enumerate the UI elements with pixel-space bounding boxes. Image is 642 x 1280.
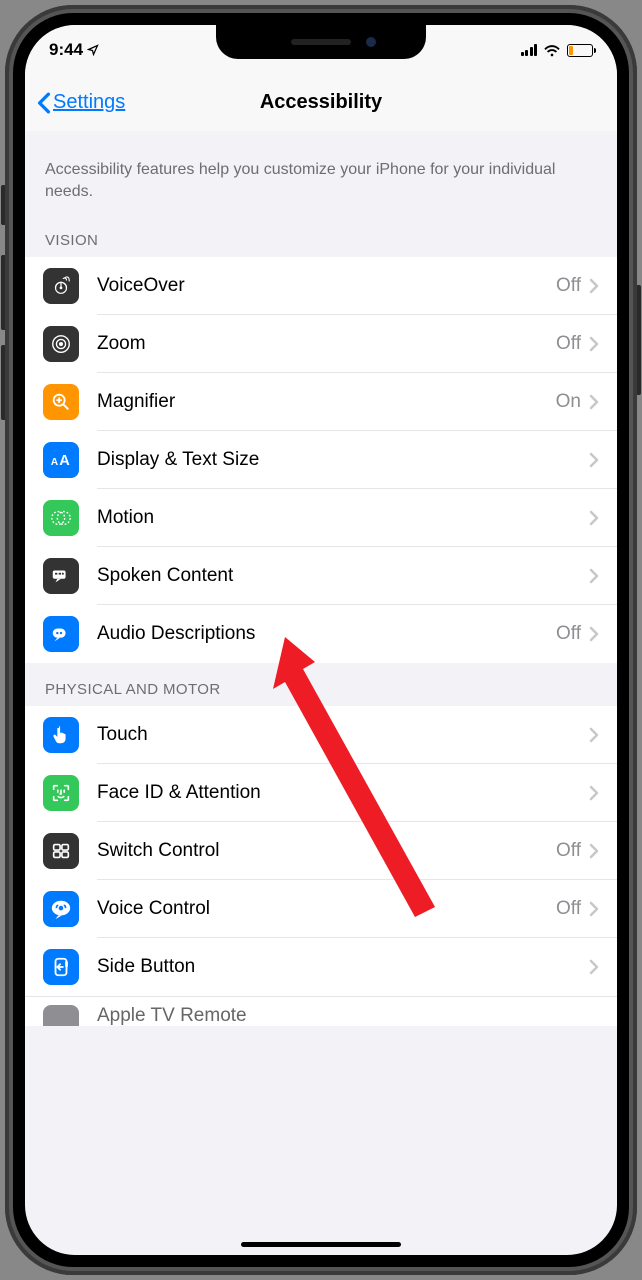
switch-control-icon bbox=[43, 833, 79, 869]
chevron-right-icon bbox=[589, 278, 599, 294]
page-title: Accessibility bbox=[260, 91, 382, 114]
row-side-button[interactable]: Side Button bbox=[25, 938, 617, 996]
row-label: Audio Descriptions bbox=[97, 623, 556, 645]
row-display-text-size[interactable]: AA Display & Text Size bbox=[25, 431, 617, 489]
row-value: Off bbox=[556, 333, 581, 355]
row-label: Face ID & Attention bbox=[97, 782, 581, 804]
row-label: Motion bbox=[97, 507, 581, 529]
front-camera bbox=[366, 37, 376, 47]
chevron-right-icon bbox=[589, 626, 599, 642]
row-label: Spoken Content bbox=[97, 565, 581, 587]
motion-icon bbox=[43, 500, 79, 536]
physical-list: Touch Face ID & Attention bbox=[25, 706, 617, 996]
row-motion[interactable]: Motion bbox=[25, 489, 617, 547]
chevron-right-icon bbox=[589, 727, 599, 743]
row-audio-descriptions[interactable]: Audio Descriptions Off bbox=[25, 605, 617, 663]
row-label: Voice Control bbox=[97, 898, 556, 920]
volume-up-button bbox=[1, 255, 5, 330]
row-voice-control[interactable]: Voice Control Off bbox=[25, 880, 617, 938]
row-spoken-content[interactable]: Spoken Content bbox=[25, 547, 617, 605]
touch-icon bbox=[43, 717, 79, 753]
row-label: Display & Text Size bbox=[97, 449, 581, 471]
volume-down-button bbox=[1, 345, 5, 420]
zoom-icon bbox=[43, 326, 79, 362]
chevron-right-icon bbox=[589, 843, 599, 859]
voice-control-icon bbox=[43, 891, 79, 927]
sidebutton-icon bbox=[43, 949, 79, 985]
chevron-right-icon bbox=[589, 452, 599, 468]
screen: 9:44 Settings Accessibility Accessibilit… bbox=[25, 25, 617, 1255]
row-touch[interactable]: Touch bbox=[25, 706, 617, 764]
textsize-icon: AA bbox=[43, 442, 79, 478]
row-label: Touch bbox=[97, 724, 581, 746]
home-indicator[interactable] bbox=[241, 1242, 401, 1247]
nav-bar: Settings Accessibility bbox=[25, 75, 617, 131]
row-value: Off bbox=[556, 623, 581, 645]
row-label: Zoom bbox=[97, 333, 556, 355]
svg-text:A: A bbox=[59, 453, 70, 469]
vision-list: VoiceOver Off Zoom Off bbox=[25, 257, 617, 663]
row-label: Apple TV Remote bbox=[97, 1005, 599, 1027]
row-label: Switch Control bbox=[97, 840, 556, 862]
content-scroll[interactable]: Accessibility features help you customiz… bbox=[25, 131, 617, 1255]
section-header-physical: PHYSICAL AND MOTOR bbox=[25, 663, 617, 706]
svg-text:A: A bbox=[51, 457, 59, 468]
phone-frame: 9:44 Settings Accessibility Accessibilit… bbox=[5, 5, 637, 1275]
status-time: 9:44 bbox=[49, 40, 83, 60]
row-value: Off bbox=[556, 898, 581, 920]
row-faceid-attention[interactable]: Face ID & Attention bbox=[25, 764, 617, 822]
chevron-right-icon bbox=[589, 568, 599, 584]
notch bbox=[216, 25, 426, 59]
speaker-grille bbox=[291, 39, 351, 45]
row-value: On bbox=[556, 391, 581, 413]
row-zoom[interactable]: Zoom Off bbox=[25, 315, 617, 373]
row-value: Off bbox=[556, 275, 581, 297]
apple-tv-remote-icon bbox=[43, 1005, 79, 1027]
row-switch-control[interactable]: Switch Control Off bbox=[25, 822, 617, 880]
wifi-icon bbox=[543, 44, 561, 57]
chevron-right-icon bbox=[589, 510, 599, 526]
row-magnifier[interactable]: Magnifier On bbox=[25, 373, 617, 431]
section-header-vision: VISION bbox=[25, 214, 617, 257]
chevron-right-icon bbox=[589, 959, 599, 975]
spoken-content-icon bbox=[43, 558, 79, 594]
location-icon bbox=[87, 44, 99, 56]
cellular-signal-icon bbox=[521, 44, 538, 56]
row-value: Off bbox=[556, 840, 581, 862]
row-label: Side Button bbox=[97, 956, 581, 978]
audio-descriptions-icon bbox=[43, 616, 79, 652]
chevron-right-icon bbox=[589, 394, 599, 410]
row-label: VoiceOver bbox=[97, 275, 556, 297]
mute-switch bbox=[1, 185, 5, 225]
back-label: Settings bbox=[53, 91, 125, 114]
chevron-right-icon bbox=[589, 901, 599, 917]
faceid-icon bbox=[43, 775, 79, 811]
row-apple-tv-remote-partial[interactable]: Apple TV Remote bbox=[25, 996, 617, 1026]
chevron-left-icon bbox=[37, 92, 51, 114]
chevron-right-icon bbox=[589, 336, 599, 352]
row-voiceover[interactable]: VoiceOver Off bbox=[25, 257, 617, 315]
side-button bbox=[637, 285, 641, 395]
magnifier-icon bbox=[43, 384, 79, 420]
battery-icon bbox=[567, 44, 593, 57]
row-label: Magnifier bbox=[97, 391, 556, 413]
back-button[interactable]: Settings bbox=[25, 91, 125, 114]
chevron-right-icon bbox=[589, 785, 599, 801]
section-description: Accessibility features help you customiz… bbox=[25, 131, 617, 214]
voiceover-icon bbox=[43, 268, 79, 304]
